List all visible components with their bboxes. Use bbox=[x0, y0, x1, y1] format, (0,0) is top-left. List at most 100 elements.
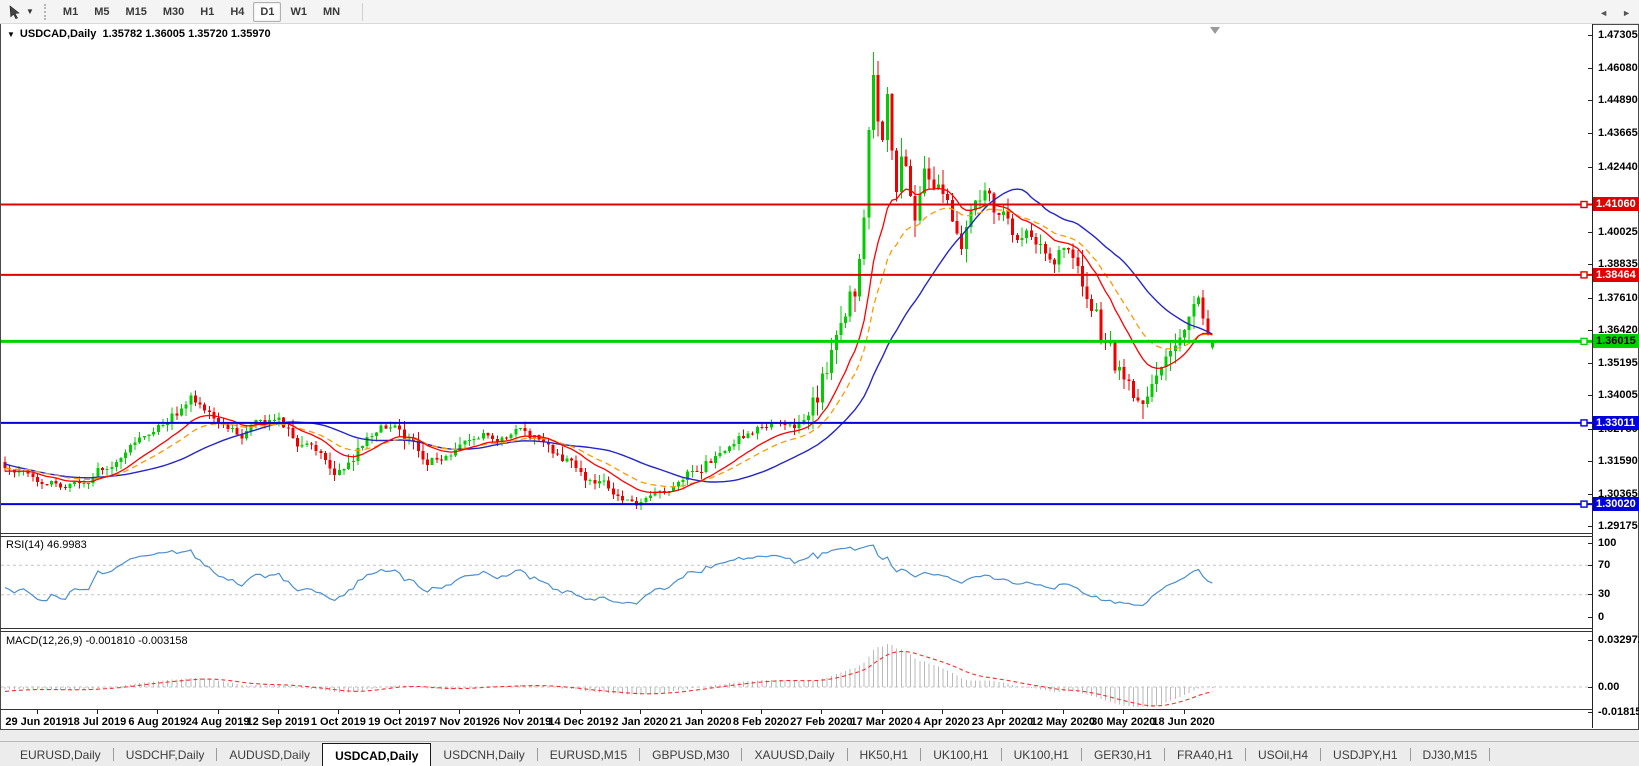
price-tick-label: 1.29175 bbox=[1598, 520, 1638, 533]
rsi-tick-mark bbox=[1588, 616, 1592, 618]
price-tick-mark bbox=[1588, 428, 1592, 430]
price-tick-mark bbox=[1588, 329, 1592, 331]
chart-tab-usdchf-daily[interactable]: USDCHF,Daily bbox=[114, 742, 217, 766]
price-axis-line bbox=[1592, 24, 1593, 728]
chart-tab-xauusd-daily[interactable]: XAUUSD,Daily bbox=[742, 742, 846, 766]
macd-plot[interactable] bbox=[1, 632, 1592, 709]
toolbar-grip[interactable] bbox=[43, 3, 49, 20]
timeframe-button-mn[interactable]: MN bbox=[316, 2, 347, 22]
chart-tab-eurusd-daily[interactable]: EURUSD,Daily bbox=[8, 742, 113, 766]
date-tick-mark bbox=[338, 710, 340, 714]
collapse-icon[interactable]: ▼ bbox=[7, 30, 15, 39]
timeframe-button-w1[interactable]: W1 bbox=[283, 2, 314, 22]
price-tick-mark bbox=[1588, 100, 1592, 102]
hline-price-label: 1.41060 bbox=[1593, 197, 1639, 212]
chart-tab-audusd-daily[interactable]: AUDUSD,Daily bbox=[217, 742, 322, 766]
chart-tab-hk50-h1[interactable]: HK50,H1 bbox=[848, 742, 921, 766]
chart-tab-bar: EURUSD,Daily USDCHF,Daily AUDUSD,Daily USDC… bbox=[0, 741, 1639, 766]
chart-shift-marker-icon[interactable] bbox=[1210, 27, 1220, 34]
chart-ohlc-values: 1.35782 1.36005 1.35720 1.35970 bbox=[102, 28, 271, 40]
timeframe-button-m15[interactable]: M15 bbox=[118, 2, 153, 22]
timeframe-button-m5[interactable]: M5 bbox=[87, 2, 116, 22]
date-tick-mark bbox=[881, 710, 883, 714]
date-tick-mark bbox=[459, 710, 461, 714]
chart-tool-dropdown[interactable]: ▼ bbox=[5, 2, 36, 22]
date-tick-mark bbox=[700, 710, 702, 714]
price-tick-mark bbox=[1588, 34, 1592, 36]
chevron-down-icon: ▼ bbox=[26, 7, 34, 16]
chart-tab-fra40-h1[interactable]: FRA40,H1 bbox=[1165, 742, 1245, 766]
ma-mid-line[interactable] bbox=[4, 207, 1213, 488]
chart-tab-dj30-m15[interactable]: DJ30,M15 bbox=[1411, 742, 1490, 766]
line-drag-handle[interactable] bbox=[1580, 500, 1588, 508]
rsi-tick-mark bbox=[1588, 564, 1592, 566]
panel-separator bbox=[0, 709, 1593, 710]
price-tick-mark bbox=[1588, 264, 1592, 266]
chart-tab-usdcnh-daily[interactable]: USDCNH,Daily bbox=[431, 742, 536, 766]
chart-tab-uk100-h1[interactable]: UK100,H1 bbox=[921, 742, 1000, 766]
macd-level-label: 0.00 bbox=[1598, 680, 1620, 693]
price-tick-mark bbox=[1588, 232, 1592, 234]
price-tick-label: 1.46080 bbox=[1598, 61, 1638, 74]
tab-scroll-left-icon[interactable]: ◄ bbox=[1599, 8, 1608, 18]
price-tick-mark bbox=[1588, 395, 1592, 397]
candlestick-series[interactable] bbox=[3, 52, 1214, 510]
cursor-tool-icon bbox=[9, 4, 20, 19]
timeframe-buttons: M1 M5 M15 M30 H1 H4 D1 W1 MN bbox=[55, 1, 348, 22]
chart-tab-usdjpy-h1[interactable]: USDJPY,H1 bbox=[1321, 742, 1409, 766]
rsi-plot[interactable] bbox=[1, 537, 1592, 628]
date-tick-mark bbox=[398, 710, 400, 714]
rsi-label: RSI(14) 46.9983 bbox=[6, 539, 87, 551]
chart-tab-gbpusd-m30[interactable]: GBPUSD,M30 bbox=[640, 742, 741, 766]
chart-tab-usoil-h4[interactable]: USOil,H4 bbox=[1246, 742, 1320, 766]
timeframe-button-h4[interactable]: H4 bbox=[223, 2, 251, 22]
price-tick-mark bbox=[1588, 297, 1592, 299]
line-drag-handle[interactable] bbox=[1580, 337, 1588, 346]
main-chart-plot[interactable] bbox=[1, 24, 1592, 533]
price-tick-mark bbox=[1588, 166, 1592, 168]
date-label: 18 Jun 2020 bbox=[1152, 716, 1215, 728]
macd-tick-mark bbox=[1588, 686, 1592, 688]
panel-separator[interactable] bbox=[0, 628, 1593, 629]
price-tick-label: 1.43665 bbox=[1598, 127, 1638, 140]
macd-histogram[interactable] bbox=[4, 644, 1213, 707]
chart-tab-eurusd-m15[interactable]: EURUSD,M15 bbox=[538, 742, 639, 766]
line-drag-handle[interactable] bbox=[1580, 271, 1588, 279]
date-tick-mark bbox=[579, 710, 581, 714]
line-drag-handle[interactable] bbox=[1580, 200, 1588, 209]
price-tick-label: 1.31590 bbox=[1598, 454, 1638, 467]
chart-title: ▼ USDCAD,Daily 1.35782 1.36005 1.35720 1.… bbox=[7, 28, 271, 40]
chart-tab-usdcad-daily[interactable]: USDCAD,Daily bbox=[322, 743, 432, 766]
rsi-line[interactable] bbox=[4, 544, 1213, 607]
chart-symbol-label: USDCAD,Daily bbox=[19, 28, 97, 40]
price-tick-mark bbox=[1588, 494, 1592, 496]
chart-tab-ger30-h1[interactable]: GER30,H1 bbox=[1082, 742, 1164, 766]
rsi-level-label: 70 bbox=[1598, 558, 1611, 571]
toolbar-separator bbox=[362, 2, 364, 21]
timeframe-toolbar: ▼ M1 M5 M15 M30 H1 H4 D1 W1 MN bbox=[0, 0, 1639, 24]
macd-level-label: 0.032972 bbox=[1598, 634, 1639, 647]
date-tick-mark bbox=[519, 710, 521, 714]
hline-price-label: 1.36015 bbox=[1593, 334, 1639, 349]
price-tick-label: 1.37610 bbox=[1598, 291, 1638, 304]
date-tick-mark bbox=[760, 710, 762, 714]
rsi-level-label: 30 bbox=[1598, 588, 1611, 601]
hline-price-label: 1.38464 bbox=[1593, 267, 1639, 282]
timeframe-button-d1[interactable]: D1 bbox=[253, 1, 282, 22]
panel-separator[interactable] bbox=[0, 533, 1593, 534]
tab-divider bbox=[1489, 748, 1491, 761]
tab-scroll-controls: ◄ ► bbox=[1599, 0, 1631, 25]
tab-scroll-right-icon[interactable]: ► bbox=[1622, 8, 1631, 18]
chart-tab-uk100-h1[interactable]: UK100,H1 bbox=[1002, 742, 1081, 766]
macd-level-label: -0.018154 bbox=[1598, 706, 1639, 719]
line-drag-handle[interactable] bbox=[1580, 419, 1588, 427]
timeframe-button-h1[interactable]: H1 bbox=[193, 2, 221, 22]
timeframe-button-m1[interactable]: M1 bbox=[56, 2, 85, 22]
price-tick-mark bbox=[1588, 363, 1592, 365]
rsi-tick-mark bbox=[1588, 542, 1592, 544]
price-tick-label: 1.34005 bbox=[1598, 389, 1638, 402]
price-tick-mark bbox=[1588, 133, 1592, 135]
date-tick-mark bbox=[1183, 710, 1185, 714]
macd-label: MACD(12,26,9) -0.001810 -0.003158 bbox=[6, 635, 188, 647]
timeframe-button-m30[interactable]: M30 bbox=[156, 2, 191, 22]
